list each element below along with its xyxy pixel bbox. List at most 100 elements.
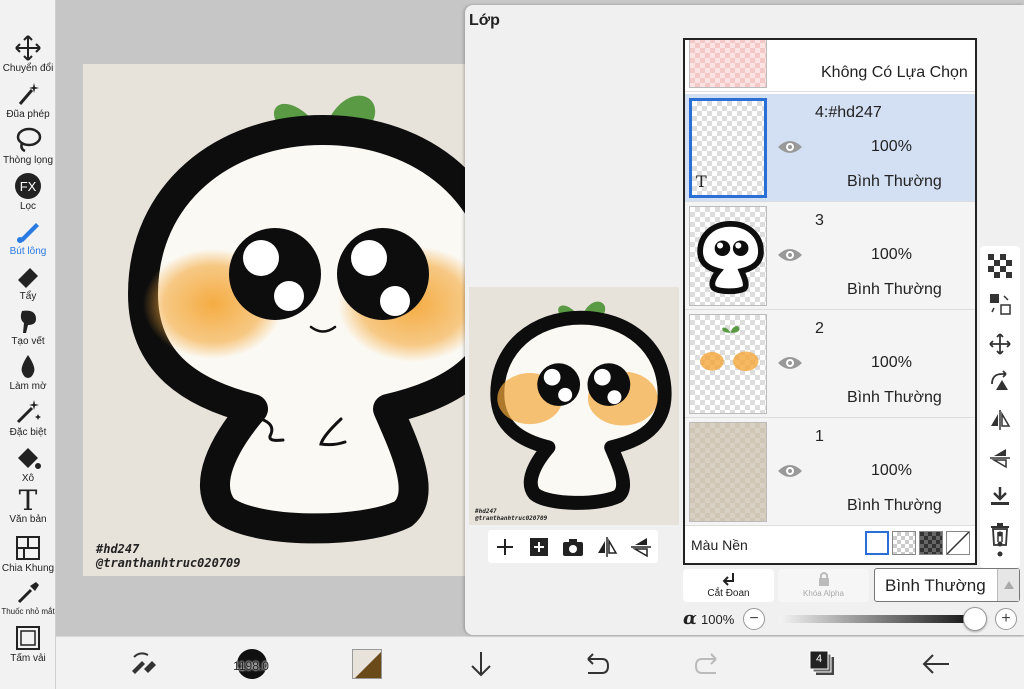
bg-swatch-white[interactable] — [865, 531, 889, 555]
back-arrow-icon[interactable] — [919, 647, 953, 681]
frame-divide-icon — [16, 536, 40, 560]
tool-lasso[interactable]: Thòng lọng — [0, 124, 56, 168]
alpha-lock-button[interactable]: Khóa Alpha — [778, 569, 869, 602]
swap-layer-icon[interactable] — [988, 292, 1012, 316]
flip-vertical-icon[interactable] — [629, 535, 653, 559]
alpha-symbol: α — [683, 608, 697, 629]
opacity-value: 100% — [701, 612, 735, 627]
tool-text[interactable]: T Văn bản — [0, 483, 56, 527]
layer-row-4[interactable]: T 4:#hd247 100% Bình Thường — [685, 94, 975, 202]
undo-icon[interactable] — [578, 647, 612, 681]
eye-icon[interactable] — [777, 138, 803, 156]
lasso-icon — [16, 127, 42, 153]
blur-drop-icon — [21, 355, 35, 378]
transparency-checker-icon[interactable] — [988, 254, 1012, 278]
bg-swatch-checker-light[interactable] — [892, 531, 916, 555]
bg-swatch-none[interactable] — [946, 531, 970, 555]
tool-label: Chia Khung — [1, 563, 55, 574]
tool-canvas[interactable]: Tấm vải — [0, 622, 56, 666]
layer-actions-bar — [488, 530, 658, 563]
color-swatch-button[interactable] — [352, 649, 382, 679]
layer-thumb — [689, 422, 767, 522]
layer-name: 2 — [815, 320, 824, 337]
layer-3-thumb-art — [697, 221, 764, 295]
layers-button[interactable]: 4 — [806, 647, 840, 681]
eye-icon[interactable] — [777, 246, 803, 264]
camera-icon[interactable] — [561, 535, 585, 559]
brush-size-value: 1198.0 — [233, 659, 269, 673]
bg-swatch-checker-dark[interactable] — [919, 531, 943, 555]
tool-label: Làm mờ — [9, 381, 47, 392]
blend-mode-arrow[interactable] — [997, 569, 1019, 601]
flip-layer-horizontal-icon[interactable] — [988, 408, 1012, 432]
sparkle-icon — [16, 400, 41, 424]
background-color-row: Màu Nền — [685, 527, 975, 563]
layer-panel-title: Lớp — [469, 12, 500, 29]
opacity-slider-knob[interactable] — [963, 607, 987, 631]
tool-frame-divider[interactable]: Chia Khung — [0, 532, 56, 576]
blend-mode-select[interactable]: Bình Thường — [874, 568, 1020, 602]
caret-up-icon — [1004, 581, 1014, 589]
tool-filter[interactable]: FX Lọc — [0, 170, 56, 214]
layer-blend-mode: Bình Thường — [847, 497, 942, 514]
opacity-decrease-button[interactable]: − — [743, 608, 765, 630]
tool-brush[interactable]: Bút lông — [0, 215, 56, 259]
layer-opacity: 100% — [871, 462, 912, 479]
tool-special[interactable]: Đặc biệt — [0, 396, 56, 440]
tool-magic-wand[interactable]: Đũa phép — [0, 78, 56, 122]
layer-row-1[interactable]: 1 100% Bình Thường — [685, 418, 975, 526]
alpha-lock-label: Khóa Alpha — [803, 589, 844, 598]
tool-label: Bút lông — [9, 246, 47, 257]
tool-label: Thòng lọng — [2, 155, 54, 166]
layer-thumb: T — [689, 98, 767, 198]
tool-label: Lọc — [19, 201, 37, 212]
swap-brush-eraser-icon[interactable] — [126, 647, 160, 681]
preview-artwork — [490, 301, 672, 510]
svg-text:FX: FX — [20, 179, 37, 194]
preview-tag-line1: #hd247 — [475, 508, 497, 515]
tool-sidebar: Chuyển đổi Đũa phép Thòng lọng FX Lọc Bú… — [0, 0, 56, 689]
tool-label: Tẩy — [19, 291, 37, 302]
eraser-icon — [18, 268, 38, 288]
brush-size-control[interactable]: 1198.0 — [231, 647, 271, 681]
flip-layer-vertical-icon[interactable] — [988, 446, 1012, 470]
selection-layer-row[interactable]: Không Có Lựa Chọn — [685, 40, 975, 92]
tool-smudge[interactable]: Tạo vết — [0, 305, 56, 349]
tool-eyedropper[interactable]: Thuốc nhỏ mắt — [0, 576, 56, 620]
add-layer-box-icon[interactable] — [527, 535, 551, 559]
tool-label: Tạo vết — [11, 336, 45, 347]
layer-blend-mode: Bình Thường — [847, 173, 942, 190]
clipping-label: Cắt Đoan — [707, 588, 750, 599]
tool-blur[interactable]: Làm mờ — [0, 350, 56, 394]
redo-icon[interactable] — [692, 647, 726, 681]
tool-label: Đặc biệt — [9, 427, 47, 438]
brush-icon — [17, 223, 39, 243]
preview-tag-line2: @tranthanhtruc020709 — [475, 515, 548, 522]
opacity-increase-button[interactable]: + — [995, 608, 1017, 630]
move-layer-icon[interactable] — [988, 332, 1012, 356]
eye-icon[interactable] — [777, 354, 803, 372]
layer-row-2[interactable]: 2 100% Bình Thường — [685, 310, 975, 418]
layer-tools-strip — [980, 246, 1020, 568]
layer-name: 1 — [815, 428, 824, 445]
text-layer-glyph: T — [696, 172, 707, 191]
merge-down-icon[interactable] — [988, 484, 1012, 508]
layer-row-3[interactable]: 3 100% Bình Thường — [685, 202, 975, 310]
add-layer-icon[interactable] — [493, 535, 517, 559]
more-options-icon[interactable] — [988, 530, 1012, 558]
rotate-layer-icon[interactable] — [988, 370, 1012, 394]
opacity-slider[interactable] — [779, 615, 975, 623]
tool-eraser[interactable]: Tẩy — [0, 260, 56, 304]
tool-transform[interactable]: Chuyển đổi — [0, 32, 56, 76]
flip-horizontal-icon[interactable] — [595, 535, 619, 559]
opacity-control: α 100% − + — [683, 606, 1023, 632]
layer-blend-mode: Bình Thường — [847, 389, 942, 406]
tool-bucket[interactable]: Xô — [0, 442, 56, 486]
preview-signature: #hd247 @tranthanhtruc020709 — [475, 508, 547, 522]
tool-label: Thuốc nhỏ mắt — [1, 607, 55, 616]
clipping-button[interactable]: Cắt Đoan — [683, 569, 774, 602]
layer-name: 4:#hd247 — [815, 104, 882, 121]
download-arrow-icon[interactable] — [464, 647, 498, 681]
eye-icon[interactable] — [777, 462, 803, 480]
layer-count: 4 — [815, 653, 823, 665]
